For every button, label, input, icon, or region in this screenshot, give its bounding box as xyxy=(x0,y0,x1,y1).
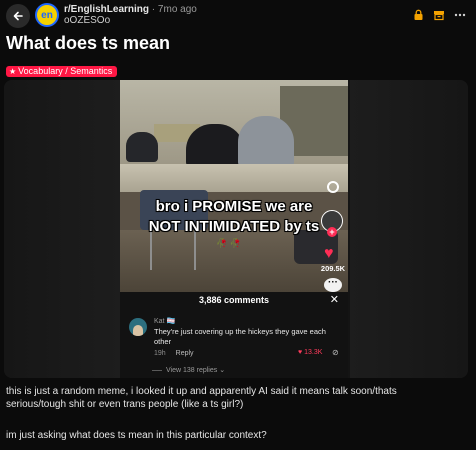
commenter-avatar[interactable] xyxy=(129,318,147,336)
post-age: 7mo ago xyxy=(157,4,197,15)
star-icon: ★ xyxy=(9,67,17,76)
heart-icon[interactable]: ♥ xyxy=(324,246,334,262)
post-body-paragraph-1: this is just a random meme, i looked it … xyxy=(6,386,397,410)
lock-icon[interactable] xyxy=(412,9,424,21)
commenter-username: Kat xyxy=(154,318,165,325)
back-button[interactable] xyxy=(6,4,30,28)
media-blur-left xyxy=(4,80,120,378)
more-icon[interactable] xyxy=(454,9,466,21)
video-action-rail: + ♥ 209.5K ··· xyxy=(318,80,348,292)
post-author[interactable]: oOZESOo xyxy=(64,15,110,26)
person-black-hoodie xyxy=(186,124,244,168)
chair-legs xyxy=(150,230,196,270)
view-replies-button[interactable]: View 138 replies ⌄ xyxy=(151,366,226,374)
video-like-count: 209.5K xyxy=(320,264,346,273)
comment-heart-icon: ♥ xyxy=(298,349,303,356)
media-blur-right xyxy=(350,80,468,378)
dislike-icon[interactable]: ⊘ xyxy=(332,348,339,357)
subreddit-line: r/EnglishLearning · 7mo ago xyxy=(64,4,197,15)
flair-label: Vocabulary / Semantics xyxy=(18,66,113,76)
chevron-down-icon: ⌄ xyxy=(219,367,226,374)
post-title[interactable]: What does ts mean xyxy=(6,33,170,54)
comments-count: 3,886 comments xyxy=(198,295,270,305)
video-frame[interactable]: bro i PROMISE we are NOT INTIMIDATED by … xyxy=(120,80,348,292)
post-flair[interactable]: ★ Vocabulary / Semantics xyxy=(6,66,118,77)
comment-meta: 19h Reply xyxy=(154,350,194,357)
separator-dot: · xyxy=(151,4,156,15)
loop-icon[interactable] xyxy=(327,181,339,193)
video-caption-line1: bro i PROMISE we are xyxy=(155,198,313,215)
back-arrow-icon xyxy=(13,11,23,21)
reply-button[interactable]: Reply xyxy=(176,350,194,357)
commenter-flag-icon: 🏳️‍⚧️ xyxy=(166,318,176,325)
comments-panel: 3,886 comments ✕ Kat 🏳️‍⚧️ They're just … xyxy=(120,292,348,378)
header-actions xyxy=(412,9,466,21)
post-header: en r/EnglishLearning · 7mo ago oOZESOo xyxy=(0,0,476,34)
person-grey-hoodie xyxy=(238,116,294,168)
subreddit-name[interactable]: r/EnglishLearning xyxy=(64,4,149,15)
comment-like-count: 13.3K xyxy=(304,349,323,356)
follow-plus-icon[interactable]: + xyxy=(327,227,337,237)
video-caption-line2: NOT INTIMIDATED by ts xyxy=(148,218,320,235)
comment-time: 19h xyxy=(154,350,166,357)
person-left xyxy=(126,132,158,162)
video-more-icon[interactable]: ··· xyxy=(324,278,342,292)
subreddit-avatar-text: en xyxy=(41,9,53,21)
comment-text: They're just covering up the hickeys the… xyxy=(154,327,326,346)
archive-icon[interactable] xyxy=(433,9,445,21)
view-replies-label: View 138 replies xyxy=(166,367,218,374)
post-media[interactable]: bro i PROMISE we are NOT INTIMIDATED by … xyxy=(4,80,468,378)
wilted-rose-icon: 🥀 🥀 xyxy=(216,238,241,248)
comment-like-button[interactable]: ♥ 13.3K xyxy=(298,349,322,356)
classroom-desk xyxy=(120,164,348,192)
commenter-name[interactable]: Kat 🏳️‍⚧️ xyxy=(154,317,175,325)
close-icon[interactable]: ✕ xyxy=(330,293,339,306)
subreddit-avatar[interactable]: en xyxy=(35,3,59,27)
post-body-paragraph-2: im just asking what does ts mean in this… xyxy=(6,430,267,441)
